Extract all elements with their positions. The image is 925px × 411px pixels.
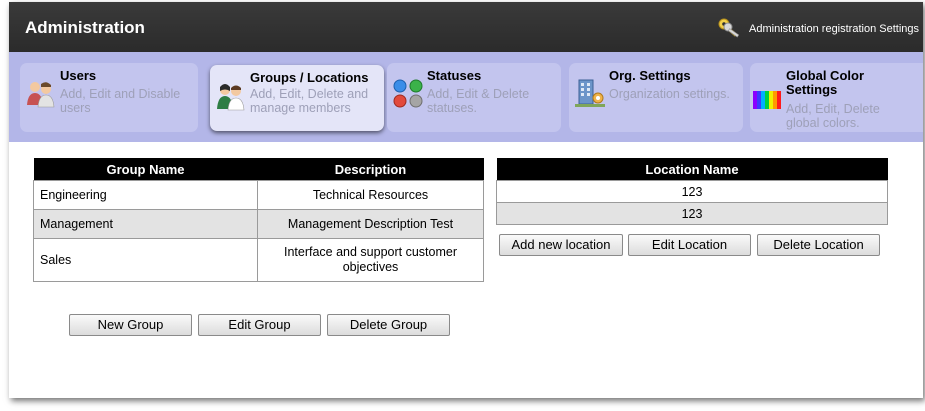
registration-settings-label: Administration registration Settings — [749, 23, 919, 35]
keys-icon — [718, 18, 740, 38]
delete-group-button[interactable]: Delete Group — [327, 314, 450, 336]
column-header-group-name: Group Name — [33, 158, 258, 181]
tab-users-title: Users — [60, 68, 97, 83]
table-row[interactable]: 123 — [496, 180, 888, 203]
edit-location-button[interactable]: Edit Location — [628, 234, 751, 256]
title-bar: Administration Administration registrati… — [9, 2, 923, 52]
group-name-cell: Management — [33, 209, 258, 239]
tab-org-settings[interactable]: Org. Settings Organization settings. — [569, 63, 743, 132]
tab-users-desc: Add, Edit and Disable users — [60, 87, 181, 115]
building-icon — [575, 79, 605, 107]
tab-statuses-desc: Add, Edit & Delete statuses. — [427, 87, 530, 115]
registration-settings-link[interactable]: Administration registration Settings — [715, 15, 919, 43]
tab-statuses-title: Statuses — [427, 68, 482, 83]
tab-statuses[interactable]: Statuses Add, Edit & Delete statuses. — [387, 63, 561, 132]
tab-global-colors-title: Global Color Settings — [786, 68, 864, 97]
add-location-button[interactable]: Add new location — [499, 234, 623, 256]
table-row[interactable]: Sales Interface and support customer obj… — [33, 238, 484, 282]
new-group-button[interactable]: New Group — [69, 314, 192, 336]
admin-window: Administration Administration registrati… — [9, 2, 923, 398]
column-header-description: Description — [257, 158, 484, 181]
table-row[interactable]: Management Management Description Test — [33, 209, 484, 239]
group-name-cell: Sales — [33, 238, 258, 282]
groups-table: Group Name Description Engineering Techn… — [33, 158, 484, 282]
admin-nav-bar: Users Add, Edit and Disable users Groups… — [9, 52, 923, 142]
delete-location-button[interactable]: Delete Location — [757, 234, 880, 256]
status-lights-icon — [393, 79, 423, 108]
groups-icon — [217, 84, 245, 111]
tab-global-colors[interactable]: Global Color Settings Add, Edit, Delete … — [750, 63, 923, 132]
locations-table-header: Location Name — [496, 158, 888, 181]
users-icon — [27, 82, 55, 108]
tab-org-title: Org. Settings — [609, 68, 691, 83]
tab-groups-title: Groups / Locations — [250, 70, 369, 85]
table-row[interactable]: 123 — [496, 202, 888, 225]
color-spectrum-icon — [753, 91, 781, 109]
table-row[interactable]: Engineering Technical Resources — [33, 180, 484, 210]
window-title: Administration — [25, 18, 145, 37]
group-desc-cell: Management Description Test — [257, 209, 484, 239]
location-name-cell: 123 — [496, 202, 888, 225]
location-name-cell: 123 — [496, 180, 888, 203]
column-header-location-name: Location Name — [496, 158, 888, 181]
groups-table-header: Group Name Description — [33, 158, 484, 181]
group-desc-cell: Technical Resources — [257, 180, 484, 210]
tab-users[interactable]: Users Add, Edit and Disable users — [20, 63, 198, 132]
tab-global-colors-desc: Add, Edit, Delete global colors. — [786, 102, 880, 130]
group-desc-cell: Interface and support customer objective… — [257, 238, 484, 282]
tab-org-desc: Organization settings. — [609, 87, 730, 101]
tab-groups-desc: Add, Edit, Delete and manage members — [250, 87, 369, 115]
edit-group-button[interactable]: Edit Group — [198, 314, 321, 336]
locations-table: Location Name 123 123 — [496, 158, 888, 225]
tab-groups-locations[interactable]: Groups / Locations Add, Edit, Delete and… — [210, 65, 384, 131]
group-name-cell: Engineering — [33, 180, 258, 210]
